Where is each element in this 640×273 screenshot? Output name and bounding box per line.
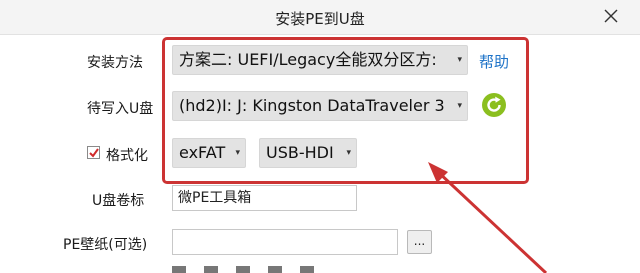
cropped-row [172,266,332,273]
format-label: 格式化 [106,148,148,164]
install-pe-window: 安装PE到U盘 安装方法 方案二: UEFI/Legacy全能双分区方: ▾ 帮… [0,0,640,273]
volume-label-label: U盘卷标 [92,193,145,209]
close-icon[interactable] [600,5,622,27]
highlight-annotation [162,37,529,184]
install-method-label: 安装方法 [87,55,143,71]
volume-label-input[interactable]: 微PE工具箱 [172,185,357,211]
window-title: 安装PE到U盘 [275,10,365,28]
target-drive-label: 待写入U盘 [87,101,154,117]
format-checkbox[interactable] [87,146,100,159]
title-bar: 安装PE到U盘 [0,0,640,35]
wallpaper-label: PE壁纸(可选) [63,237,148,253]
wallpaper-path-input[interactable] [172,229,398,255]
browse-button[interactable]: ... [407,230,432,254]
